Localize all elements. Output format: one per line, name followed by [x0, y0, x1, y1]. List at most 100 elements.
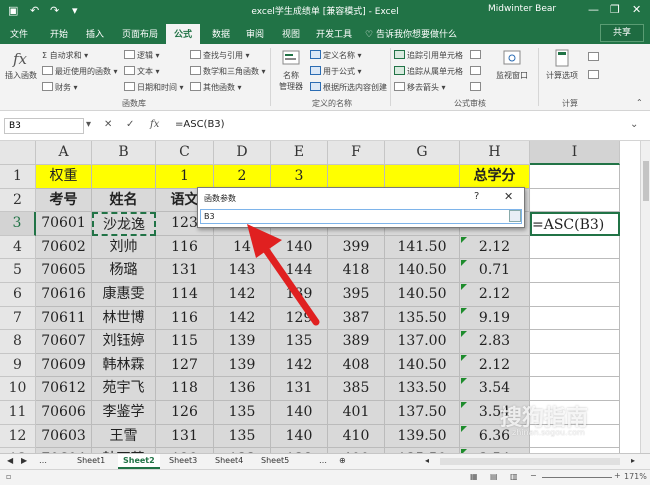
data-cell[interactable]: 9.19	[460, 306, 530, 331]
data-cell[interactable]: 131	[156, 424, 214, 449]
row-header[interactable]: 8	[0, 330, 36, 354]
data-cell[interactable]: 14	[214, 235, 271, 260]
fx-icon[interactable]: fx	[150, 119, 159, 130]
create-from-selection-button[interactable]: 根据所选内容创建	[310, 82, 387, 93]
data-cell[interactable]: 418	[328, 259, 385, 283]
data-cell[interactable]: 408	[328, 353, 385, 378]
tab-data[interactable]: 数据	[212, 27, 230, 40]
data-cell[interactable]: 133.50	[385, 377, 460, 401]
data-cell[interactable]: 116	[156, 235, 214, 260]
formula-cell[interactable]	[530, 377, 620, 401]
define-name-button[interactable]: 定义名称 ▾	[310, 50, 362, 61]
lookup-button[interactable]: 查找与引用 ▾	[190, 50, 250, 61]
column-header[interactable]: F	[328, 141, 385, 165]
zoom-slider[interactable]	[542, 477, 612, 478]
data-cell[interactable]: 139	[271, 283, 328, 307]
weight-cell[interactable]: 3	[271, 165, 328, 189]
page-layout-icon[interactable]: ▤	[490, 472, 498, 481]
data-cell[interactable]: 144	[271, 259, 328, 283]
data-cell[interactable]: 70607	[36, 330, 92, 354]
data-cell[interactable]: 135	[271, 330, 328, 354]
data-cell[interactable]: 70612	[36, 377, 92, 401]
data-cell[interactable]: 126	[156, 401, 214, 425]
data-cell[interactable]: 康惠雯	[92, 283, 156, 307]
tab-view[interactable]: 视图	[282, 27, 300, 40]
column-header[interactable]: H	[460, 141, 530, 165]
data-cell[interactable]: 李鉴学	[92, 401, 156, 425]
weight-cell[interactable]	[385, 165, 460, 189]
show-formulas-button[interactable]	[470, 50, 483, 60]
data-cell[interactable]: 140	[271, 424, 328, 449]
data-cell[interactable]: 142	[214, 306, 271, 331]
row-header[interactable]: 4	[0, 235, 36, 260]
data-cell[interactable]: 杨璐	[92, 259, 156, 283]
error-check-button[interactable]	[470, 66, 483, 76]
name-manager-button[interactable]: 名称 管理器	[274, 48, 308, 92]
formula-cell[interactable]	[530, 283, 620, 307]
data-cell[interactable]: 115	[156, 330, 214, 354]
horizontal-scrollbar[interactable]	[440, 458, 620, 465]
user-name[interactable]: Midwinter Bear	[488, 4, 556, 14]
use-in-formula-button[interactable]: 用于公式 ▾	[310, 66, 362, 77]
data-cell[interactable]: 395	[328, 283, 385, 307]
row-header[interactable]: 5	[0, 259, 36, 283]
column-title-cell[interactable]: 考号	[36, 188, 92, 213]
cell[interactable]	[530, 165, 620, 189]
column-header[interactable]: C	[156, 141, 214, 165]
zoom-level[interactable]: 171%	[624, 472, 647, 481]
tab-file[interactable]: 文件	[10, 27, 28, 40]
record-macro-icon[interactable]: ▫	[6, 472, 11, 481]
row-header[interactable]: 11	[0, 401, 36, 425]
calc-options-button[interactable]: 计算选项	[542, 48, 582, 81]
namebox-dropdown-icon[interactable]: ▾	[86, 119, 91, 130]
logical-button[interactable]: 逻辑 ▾	[124, 50, 160, 61]
select-all-corner[interactable]	[0, 141, 36, 165]
financial-button[interactable]: 财务 ▾	[42, 82, 78, 93]
other-functions-button[interactable]: 其他函数 ▾	[190, 82, 242, 93]
data-cell[interactable]: 114	[156, 283, 214, 307]
data-cell[interactable]: 刘钰婷	[92, 330, 156, 354]
collapse-dialog-icon[interactable]	[509, 210, 521, 222]
formula-cell[interactable]	[530, 259, 620, 283]
formula-cell[interactable]	[530, 353, 620, 378]
data-cell[interactable]: 刘帅	[92, 235, 156, 260]
weight-cell[interactable]	[328, 165, 385, 189]
calc-sheet-button[interactable]	[588, 70, 601, 80]
row-header[interactable]: 12	[0, 424, 36, 449]
tab-insert[interactable]: 插入	[86, 27, 104, 40]
minimize-button[interactable]: —	[588, 3, 599, 16]
formula-cell[interactable]	[530, 306, 620, 331]
row-header[interactable]: 1	[0, 165, 36, 189]
data-cell[interactable]: 399	[328, 235, 385, 260]
row-header[interactable]: 2	[0, 188, 36, 213]
weight-cell[interactable]: 1	[156, 165, 214, 189]
data-cell[interactable]: 140	[271, 235, 328, 260]
sheet-next-icon[interactable]: ▶	[16, 454, 32, 469]
column-header[interactable]: D	[214, 141, 271, 165]
column-header[interactable]: A	[36, 141, 92, 165]
function-arguments-dialog[interactable]: 函数参数 ? ✕ B3	[197, 187, 525, 228]
autosum-button[interactable]: Σ 自动求和 ▾	[42, 50, 88, 61]
watch-window-button[interactable]: 监视窗口	[492, 48, 532, 81]
insert-function-button[interactable]: fx 插入函数	[4, 48, 38, 81]
data-cell[interactable]: 3.54	[460, 377, 530, 401]
argument-input[interactable]: B3	[200, 209, 522, 224]
sheet-more-right-icon[interactable]: …	[314, 454, 332, 469]
weight-cell[interactable]: 2	[214, 165, 271, 189]
expand-formula-icon[interactable]: ⌄	[630, 119, 638, 130]
remove-arrows-button[interactable]: 移去箭头 ▾	[394, 82, 446, 93]
data-cell[interactable]: 70601	[36, 212, 92, 236]
data-cell[interactable]: 70616	[36, 283, 92, 307]
data-cell[interactable]: 118	[156, 377, 214, 401]
dialog-close-button[interactable]: ✕	[504, 190, 513, 203]
data-cell[interactable]: 2.83	[460, 330, 530, 354]
tab-sheet4[interactable]: Sheet4	[210, 454, 248, 469]
recent-functions-button[interactable]: 最近使用的函数 ▾	[42, 66, 118, 77]
data-cell[interactable]: 127	[156, 353, 214, 378]
data-cell[interactable]: 135.50	[385, 306, 460, 331]
help-button[interactable]: ?	[474, 191, 479, 202]
data-cell[interactable]: 140.50	[385, 283, 460, 307]
trace-precedents-button[interactable]: 追踪引用单元格	[394, 50, 463, 61]
data-cell[interactable]: 129	[271, 306, 328, 331]
normal-view-icon[interactable]: ▦	[470, 472, 478, 481]
